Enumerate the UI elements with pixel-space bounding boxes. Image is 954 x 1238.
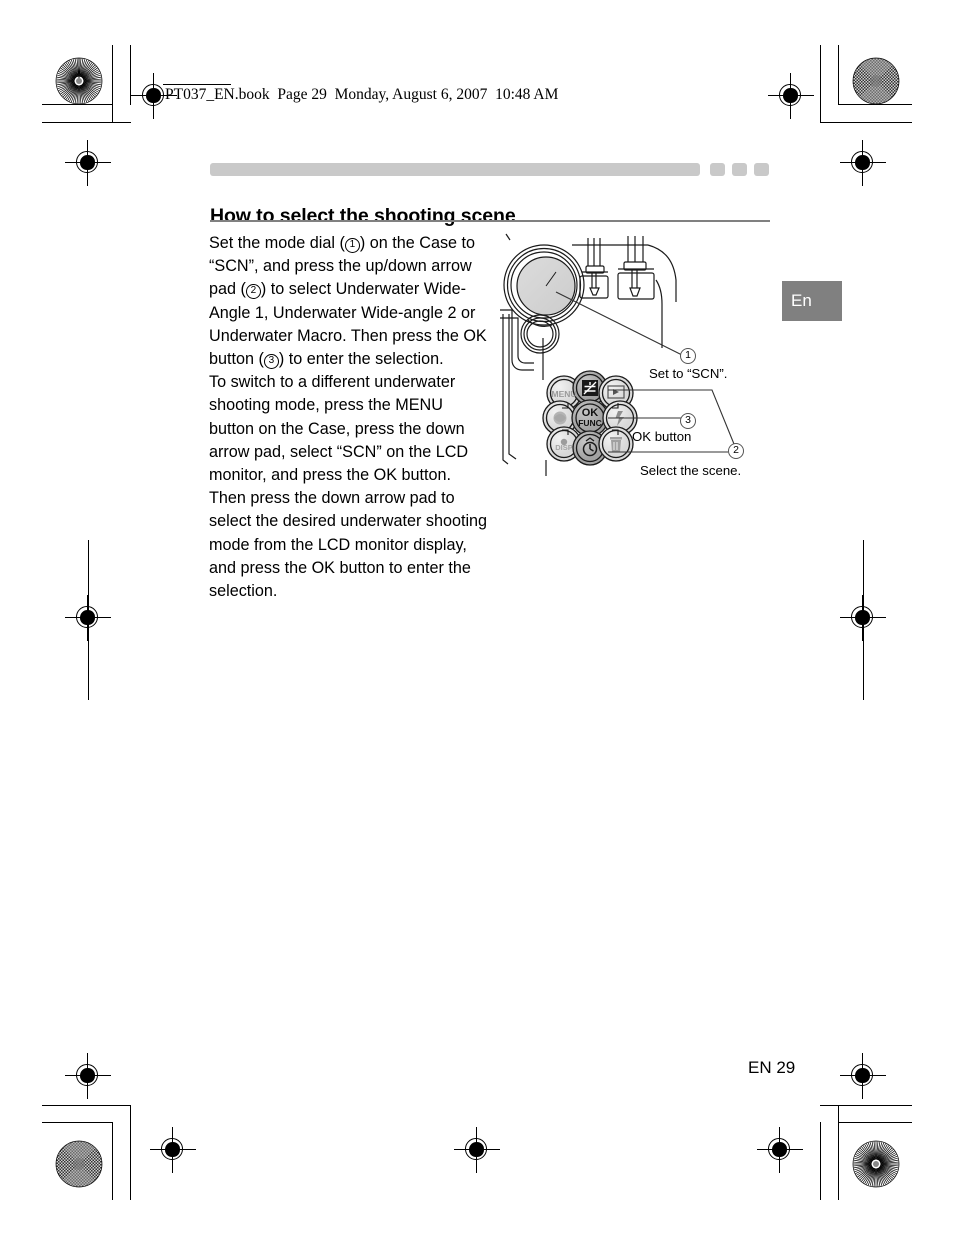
figure-callout-number-1: 1 <box>680 348 696 364</box>
crop-mark-top-right <box>820 45 912 135</box>
svg-text:DISP: DISP <box>555 443 573 452</box>
p1-part-a: Set the mode dial ( <box>209 234 345 252</box>
crop-mark-bottom-right <box>820 1105 912 1200</box>
title-deco-square-3 <box>754 163 769 176</box>
inline-callout-3: 3 <box>263 354 279 370</box>
registration-target-bottom-left-upper <box>65 1053 111 1099</box>
page-title: How to select the shooting scene <box>210 205 516 228</box>
title-underline-rule <box>210 220 770 223</box>
paragraph-2: To switch to a different underwater shoo… <box>209 373 488 601</box>
crop-line-left-middle <box>88 540 90 700</box>
crop-line-right-middle <box>863 540 865 700</box>
print-moire-mark-bottom-left <box>55 1140 103 1188</box>
footer-page-number: EN 29 <box>748 1058 796 1077</box>
document-header-line: PT037_EN.book Page 29 Monday, August 6, … <box>165 86 559 103</box>
registration-target-top-right-lower <box>840 140 886 186</box>
registration-target-bottom-left <box>150 1127 196 1173</box>
print-starburst-mark-top-left <box>55 57 103 105</box>
figure-callout-number-3: 3 <box>680 413 696 429</box>
title-deco-bar <box>210 163 700 176</box>
figure-callout-number-2: 2 <box>728 443 744 459</box>
registration-target-bottom-center <box>454 1127 500 1173</box>
registration-target-bottom-right <box>757 1127 803 1173</box>
title-deco-square-2 <box>732 163 747 176</box>
title-deco-square-1 <box>710 163 725 176</box>
header-rule <box>163 84 231 86</box>
svg-text:MENU: MENU <box>551 389 576 399</box>
paragraph-1: Set the mode dial (1) on the Case to “SC… <box>209 232 491 371</box>
language-tab-label: En <box>791 291 812 310</box>
camera-controls-figure: OK FUNC MENU DISP 1 3 2 Set to “SCN”. OK… <box>498 228 788 498</box>
figure-caption-select-the-scene: Select the scene. <box>640 463 742 478</box>
figure-caption-set-to-scn: Set to “SCN”. <box>649 366 728 381</box>
figure-caption-ok-button: OK button <box>632 429 692 444</box>
inline-callout-1: 1 <box>344 238 360 253</box>
body-text-column: Set the mode dial (1) on the Case to “SC… <box>209 232 491 603</box>
svg-text:FUNC: FUNC <box>578 418 602 428</box>
p1-part-d: ) to enter the selection. <box>278 350 444 369</box>
camera-controls-illustration: OK FUNC MENU DISP <box>500 233 735 476</box>
registration-target-top-right <box>768 73 814 119</box>
language-tab-en: En <box>782 281 842 321</box>
registration-target-top-left-lower <box>65 140 111 186</box>
registration-target-bottom-right-upper <box>840 1053 886 1099</box>
inline-callout-2: 2 <box>245 284 261 300</box>
